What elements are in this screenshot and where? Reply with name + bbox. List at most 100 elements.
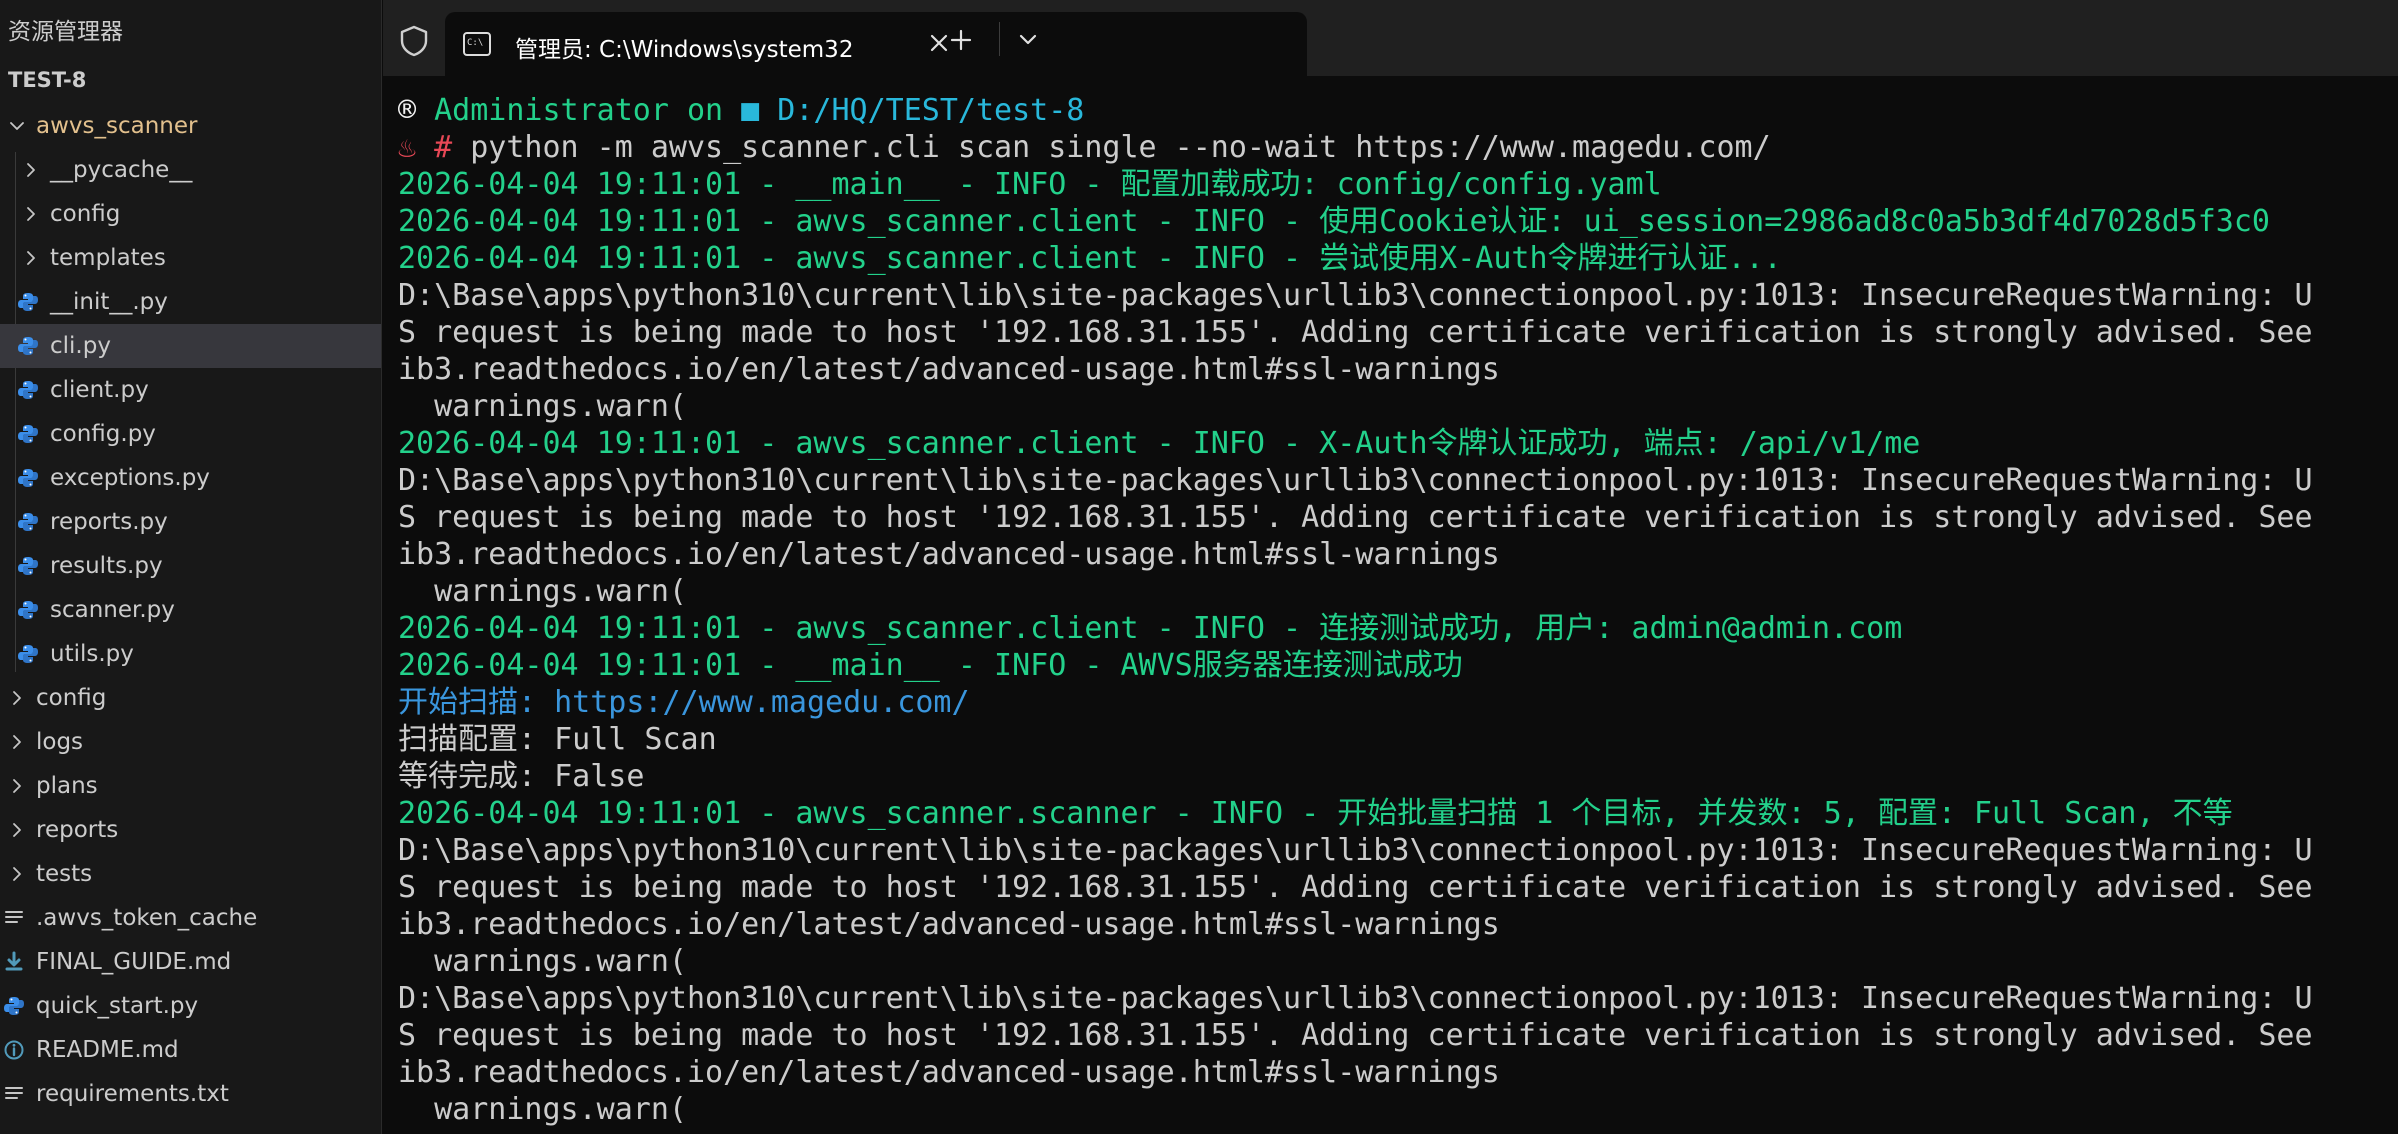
terminal-text-segment: S request is being made to host '192.168… (398, 500, 2313, 535)
tree-item-label: client.py (50, 377, 149, 403)
plus-icon[interactable] (949, 28, 973, 52)
tree-item-label: __pycache__ (50, 157, 193, 183)
python-file-icon (4, 997, 24, 1015)
tree-item-label: quick_start.py (36, 993, 199, 1019)
chevron-right-icon[interactable] (9, 734, 25, 750)
shield-icon (400, 25, 428, 57)
markdown-download-icon (5, 951, 23, 971)
terminal-line: warnings.warn( (398, 388, 2398, 425)
terminal-text-segment: D:\Base\apps\python310\current\lib\site-… (398, 833, 2313, 868)
tree-item-label: utils.py (50, 641, 134, 667)
python-file-icon (18, 381, 38, 399)
tree-item[interactable]: tests (0, 852, 381, 896)
terminal-text-segment: ib3.readthedocs.io/en/latest/advanced-us… (398, 907, 1500, 942)
file-tree: awvs_scanner __pycache__config templates __… (0, 104, 381, 1116)
chevron-right-icon[interactable] (23, 250, 39, 266)
terminal-text-segment: ♨ (398, 130, 435, 165)
tree-item[interactable]: reports (0, 808, 381, 852)
terminal-output[interactable]: ® Administrator on ■ D:/HQ/TEST/test-8 ♨ … (398, 92, 2398, 1128)
terminal-tab-admin[interactable]: C:\ 管理员: C:\Windows\system32 (445, 12, 1307, 76)
terminal-line: S request is being made to host '192.168… (398, 314, 2398, 351)
tree-item[interactable]: config (0, 676, 381, 720)
python-file-icon (18, 293, 38, 311)
terminal-line: 2026-04-04 19:11:01 - awvs_scanner.clien… (398, 203, 2398, 240)
tree-item[interactable]: config (0, 192, 381, 236)
tree-item[interactable]: README.md (0, 1028, 381, 1072)
tree-item-label: FINAL_GUIDE.md (36, 949, 232, 975)
terminal-text-segment: 等待完成: False (398, 759, 645, 794)
tree-item[interactable]: quick_start.py (0, 984, 381, 1028)
chevron-right-icon[interactable] (9, 822, 25, 838)
tree-item-label: exceptions.py (50, 465, 210, 491)
tree-item-label: awvs_scanner (36, 113, 198, 139)
explorer-sidebar: 资源管理器 TEST-8 awvs_scanner __pycache__ conf… (0, 0, 382, 1134)
tree-item[interactable]: config.py (0, 412, 381, 456)
tree-item[interactable]: utils.py (0, 632, 381, 676)
tree-item-label: README.md (36, 1037, 179, 1063)
terminal-line: S request is being made to host '192.168… (398, 869, 2398, 906)
tree-item-label: requirements.txt (36, 1081, 229, 1107)
terminal-line: 2026-04-04 19:11:01 - __main__ - INFO - … (398, 647, 2398, 684)
tree-item-label: logs (36, 729, 84, 755)
terminal-icon: C:\ (463, 32, 491, 56)
python-file-icon (18, 557, 38, 575)
terminal-text-segment: 2026-04-04 19:11:01 - awvs_scanner.clien… (398, 241, 1782, 276)
tree-item[interactable]: logs (0, 720, 381, 764)
terminal-text-segment: 2026-04-04 19:11:01 - __main__ - INFO - … (398, 648, 1463, 683)
tab-separator (999, 22, 1000, 56)
workspace-root-title[interactable]: TEST-8 (8, 68, 86, 92)
tree-item[interactable]: requirements.txt (0, 1072, 381, 1116)
tree-item[interactable]: exceptions.py (0, 456, 381, 500)
terminal-text-segment: D:\Base\apps\python310\current\lib\site-… (398, 463, 2313, 498)
tree-item-label: __init__.py (50, 289, 168, 315)
terminal-line: S request is being made to host '192.168… (398, 499, 2398, 536)
terminal-text-segment: warnings.warn( (398, 574, 687, 609)
terminal-line: S request is being made to host '192.168… (398, 1017, 2398, 1054)
terminal-line: ♨ # python -m awvs_scanner.cli scan sing… (398, 129, 2398, 166)
terminal-text-segment: ib3.readthedocs.io/en/latest/advanced-us… (398, 537, 1500, 572)
terminal-line: 等待完成: False (398, 758, 2398, 795)
terminal-line: ® Administrator on ■ D:/HQ/TEST/test-8 (398, 92, 2398, 129)
terminal-text-segment: 2026-04-04 19:11:01 - awvs_scanner.clien… (398, 611, 1903, 646)
terminal-line: warnings.warn( (398, 573, 2398, 610)
tree-item-label: templates (50, 245, 166, 271)
terminal-line: D:\Base\apps\python310\current\lib\site-… (398, 462, 2398, 499)
tree-item[interactable]: FINAL_GUIDE.md (0, 940, 381, 984)
terminal-text-segment: warnings.warn( (398, 944, 687, 979)
chevron-right-icon[interactable] (23, 206, 39, 222)
terminal-text-segment: warnings.warn( (398, 389, 687, 424)
terminal-text-segment: Administrator on (434, 93, 742, 128)
tree-item[interactable]: client.py (0, 368, 381, 412)
chevron-down-icon[interactable] (1017, 32, 1039, 48)
tree-item[interactable]: awvs_scanner (0, 104, 381, 148)
tree-item[interactable]: __pycache__ (0, 148, 381, 192)
terminal-text-segment: 2026-04-04 19:11:01 - awvs_scanner.clien… (398, 426, 1921, 461)
terminal-text-segment: 扫描配置: Full Scan (398, 722, 717, 757)
terminal-line: 2026-04-04 19:11:01 - __main__ - INFO - … (398, 166, 2398, 203)
info-icon (4, 1040, 24, 1060)
tree-item[interactable]: plans (0, 764, 381, 808)
chevron-right-icon[interactable] (9, 866, 25, 882)
terminal-line: ib3.readthedocs.io/en/latest/advanced-us… (398, 351, 2398, 388)
terminal-line: 2026-04-04 19:11:01 - awvs_scanner.scann… (398, 795, 2398, 832)
tree-item-label: tests (36, 861, 93, 887)
tree-item[interactable]: cli.py (0, 324, 381, 368)
tree-item[interactable]: templates (0, 236, 381, 280)
tree-item[interactable]: __init__.py (0, 280, 381, 324)
tree-item[interactable]: results.py (0, 544, 381, 588)
terminal-line: warnings.warn( (398, 1091, 2398, 1128)
terminal-text-segment: ib3.readthedocs.io/en/latest/advanced-us… (398, 352, 1500, 387)
tree-item-label: plans (36, 773, 98, 799)
chevron-down-icon[interactable] (9, 118, 25, 134)
tree-item-label: cli.py (50, 333, 111, 359)
tree-item[interactable]: .awvs_token_cache (0, 896, 381, 940)
tree-item[interactable]: scanner.py (0, 588, 381, 632)
tree-item-label: config (50, 201, 121, 227)
terminal-line: 2026-04-04 19:11:01 - awvs_scanner.clien… (398, 425, 2398, 462)
tree-item-label: config.py (50, 421, 156, 447)
chevron-right-icon[interactable] (9, 690, 25, 706)
terminal-line: 扫描配置: Full Scan (398, 721, 2398, 758)
tree-item[interactable]: reports.py (0, 500, 381, 544)
chevron-right-icon[interactable] (9, 778, 25, 794)
chevron-right-icon[interactable] (23, 162, 39, 178)
